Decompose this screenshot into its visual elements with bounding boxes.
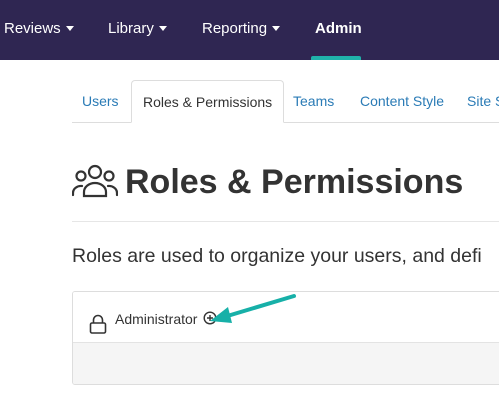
role-panel: Administrator (72, 291, 499, 385)
top-navigation-bar: Reviews Library Reporting Admin (0, 0, 499, 60)
tab-site-settings-label: Site S (467, 93, 499, 109)
role-panel-footer (73, 342, 499, 384)
tab-teams-label: Teams (293, 93, 335, 109)
divider (72, 221, 499, 222)
nav-reviews[interactable]: Reviews (4, 0, 74, 60)
nav-library-label: Library (108, 20, 154, 37)
role-name: Administrator (115, 311, 198, 327)
admin-tabs: Users Roles & Permissions Teams Content … (72, 80, 499, 123)
page-title: Roles & Permissions (125, 163, 464, 201)
lock-icon (89, 314, 107, 334)
nav-library[interactable]: Library (108, 0, 167, 60)
caret-down-icon (158, 26, 167, 31)
tab-users-label: Users (82, 93, 119, 109)
caret-down-icon (65, 26, 74, 31)
active-nav-indicator (311, 56, 361, 60)
nav-admin-label: Admin (315, 20, 362, 37)
info-circle-icon[interactable] (203, 311, 217, 325)
nav-reviews-label: Reviews (4, 20, 61, 37)
nav-reporting-label: Reporting (202, 20, 268, 37)
tab-roles-permissions-label: Roles & Permissions (143, 94, 273, 110)
tab-content-style-label: Content Style (360, 93, 445, 109)
role-panel-header[interactable]: Administrator (73, 292, 499, 342)
tab-roles-permissions[interactable]: Roles & Permissions (131, 80, 285, 123)
tab-content-style[interactable]: Content Style (360, 80, 444, 121)
tab-site-settings[interactable]: Site S (467, 80, 499, 121)
tab-teams[interactable]: Teams (293, 80, 334, 121)
tab-users[interactable]: Users (82, 80, 119, 121)
page-description: Roles are used to organize your users, a… (72, 245, 482, 267)
users-icon (72, 164, 118, 198)
nav-reporting[interactable]: Reporting (202, 0, 281, 60)
caret-down-icon (272, 26, 281, 31)
nav-admin[interactable]: Admin (315, 0, 362, 60)
